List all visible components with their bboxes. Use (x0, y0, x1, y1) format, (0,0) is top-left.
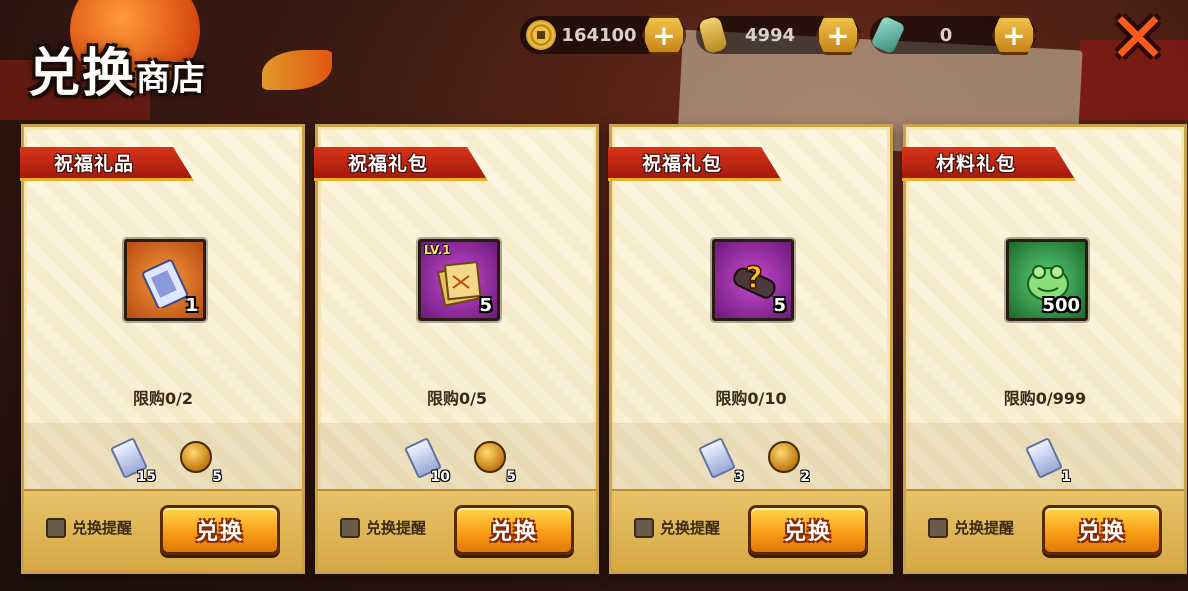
ticket-cost: 10 (404, 437, 450, 485)
ticket-cost: 1 (1025, 437, 1071, 485)
remind-toggle[interactable]: 兑换提醒 (46, 517, 132, 538)
item-level: LV.1 (424, 243, 451, 257)
card-tag: 材料礼包 (902, 147, 1076, 181)
page-title: 兑换 商店 (28, 16, 206, 106)
card-footer: 兑换提醒 兑换 (612, 489, 890, 571)
item-count: 5 (773, 295, 786, 316)
ticket-scroll-icon (142, 259, 189, 308)
item-slot[interactable]: 1 (124, 239, 206, 321)
cost-amount: 10 (430, 469, 450, 485)
remind-toggle[interactable]: 兑换提醒 (634, 517, 720, 538)
coin-icon (474, 441, 506, 473)
cost-amount: 5 (506, 469, 516, 485)
exchange-button[interactable]: 兑换 (454, 505, 574, 555)
card-footer: 兑换提醒 兑换 (906, 489, 1184, 571)
gold-stack-icon (697, 15, 729, 55)
shop-card: 祝福礼品 1 限购0/2 15 5 兑换提醒 兑换 (20, 124, 305, 574)
title-flame-decoration (262, 50, 332, 90)
coin-icon (768, 441, 800, 473)
card-tag: 祝福礼包 (608, 147, 782, 181)
page-title-main: 兑换 (28, 43, 137, 104)
cost-row: 10 5 (318, 423, 596, 495)
coin-cost: 5 (470, 439, 516, 485)
item-count: 5 (479, 295, 492, 316)
ticket-cost: 3 (698, 437, 744, 485)
exchange-button[interactable]: 兑换 (748, 505, 868, 555)
close-icon: ✕ (1108, 0, 1168, 79)
remind-checkbox[interactable] (340, 517, 360, 538)
cost-row: 15 5 (24, 423, 302, 495)
coin-cost: 2 (764, 439, 810, 485)
remind-toggle[interactable]: 兑换提醒 (928, 517, 1014, 538)
remind-checkbox[interactable] (634, 517, 654, 538)
remind-label: 兑换提醒 (660, 519, 721, 537)
coin-cost: 5 (176, 439, 222, 485)
item-slot[interactable]: 500 (1006, 239, 1088, 321)
cost-amount: 2 (800, 469, 810, 485)
card-footer: 兑换提醒 兑换 (318, 489, 596, 571)
currency-coins: 164100 + (520, 15, 686, 55)
cost-amount: 3 (734, 469, 744, 485)
add-coins-button[interactable]: + (642, 15, 686, 55)
purchase-limit: 限购0/2 (132, 389, 194, 408)
remind-checkbox[interactable] (928, 517, 948, 538)
card-tag: 祝福礼品 (20, 147, 194, 181)
ticket-cost: 15 (110, 437, 156, 485)
page-title-sub: 商店 (136, 59, 207, 99)
remind-label: 兑换提醒 (954, 519, 1015, 537)
scroll-stack-icon (436, 261, 482, 307)
ticket-icon (1025, 437, 1063, 479)
currency-value: 0 (939, 24, 953, 46)
card-footer: 兑换提醒 兑换 (24, 489, 302, 571)
currency-value: 164100 (561, 24, 637, 46)
remind-checkbox[interactable] (46, 517, 66, 538)
exchange-button-label: 兑换 (489, 520, 538, 545)
item-count: 1 (185, 295, 198, 316)
card-tag-label: 祝福礼包 (348, 153, 429, 175)
cost-row: 1 (906, 423, 1184, 495)
remind-label: 兑换提醒 (366, 519, 427, 537)
exchange-button-label: 兑换 (783, 520, 832, 545)
cost-amount: 15 (136, 469, 156, 485)
exchange-button-label: 兑换 (1077, 520, 1126, 545)
currency-gold: 4994 + (696, 15, 860, 55)
add-gold-button[interactable]: + (816, 15, 860, 55)
card-tag-label: 祝福礼包 (642, 153, 723, 175)
purchase-limit: 限购0/10 (715, 389, 787, 408)
exchange-button[interactable]: 兑换 (160, 505, 280, 555)
card-tag-label: 材料礼包 (936, 153, 1017, 175)
remind-toggle[interactable]: 兑换提醒 (340, 517, 426, 538)
card-tag: 祝福礼包 (314, 147, 488, 181)
close-button[interactable]: ✕ (1100, 0, 1176, 79)
currency-jade: 0 + (870, 15, 1036, 55)
remind-label: 兑换提醒 (72, 519, 133, 537)
shop-card: 祝福礼包 ? 5 限购0/10 3 2 兑换提醒 兑换 (608, 124, 893, 574)
exchange-button[interactable]: 兑换 (1042, 505, 1162, 555)
purchase-limit: 限购0/5 (426, 389, 488, 408)
jade-icon (870, 15, 906, 55)
card-tag-label: 祝福礼品 (54, 153, 135, 175)
purchase-limit: 限购0/999 (1003, 389, 1087, 408)
add-jade-button[interactable]: + (992, 15, 1036, 55)
cost-amount: 5 (212, 469, 222, 485)
shop-card: 材料礼包 500 限购0/999 1 兑换提醒 兑换 (902, 124, 1187, 574)
item-slot[interactable]: ? 5 (712, 239, 794, 321)
svg-text:?: ? (745, 261, 762, 296)
currency-value: 4994 (744, 24, 796, 46)
cost-amount: 1 (1061, 469, 1071, 485)
ticket-icon (698, 437, 736, 479)
shop-card: 祝福礼包 LV.1 5 限购0/5 10 5 兑换提醒 兑换 (314, 124, 599, 574)
cost-row: 3 2 (612, 423, 890, 495)
mystery-scroll-icon: ? (733, 260, 776, 299)
item-count: 500 (1042, 295, 1080, 316)
coin-icon (526, 20, 556, 50)
coin-icon (180, 441, 212, 473)
item-slot[interactable]: LV.1 5 (418, 239, 500, 321)
exchange-button-label: 兑换 (195, 520, 244, 545)
